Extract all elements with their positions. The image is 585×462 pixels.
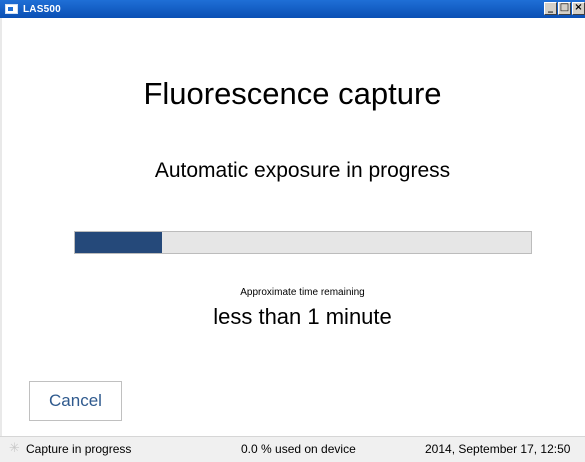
progress-bar: [74, 231, 532, 254]
device-usage: 0.0 % used on device: [241, 442, 356, 456]
title-bar: LAS500 _ □ ×: [0, 0, 585, 18]
close-button[interactable]: ×: [572, 2, 585, 15]
spinner-icon: ✳: [9, 441, 20, 456]
time-remaining-value: less than 1 minute: [213, 304, 392, 329]
cancel-button[interactable]: Cancel: [29, 381, 122, 421]
app-icon: [5, 4, 18, 14]
capture-status: Capture in progress: [26, 442, 132, 456]
capture-status-text: Automatic exposure in progress: [154, 159, 451, 182]
progress-bar-fill: [75, 232, 162, 253]
window-controls: _ □ ×: [544, 2, 585, 15]
datetime: 2014, September 17, 12:50: [425, 442, 571, 456]
minimize-button[interactable]: _: [544, 2, 557, 15]
time-remaining-label: Approximate time remaining: [240, 287, 365, 298]
status-bar: ✳ Capture in progress 0.0 % used on devi…: [0, 436, 585, 462]
maximize-button[interactable]: □: [558, 2, 571, 15]
window-title: LAS500: [23, 3, 61, 15]
page-title: Fluorescence capture: [143, 76, 442, 111]
